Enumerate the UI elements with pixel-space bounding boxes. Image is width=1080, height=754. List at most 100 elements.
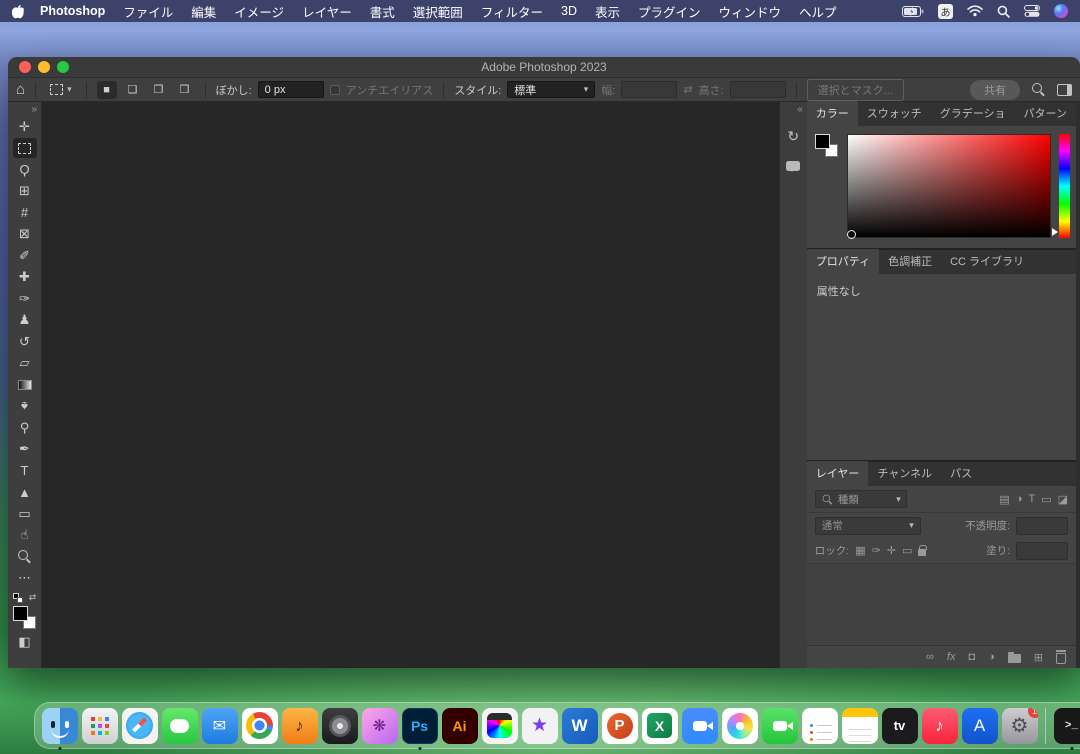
menu-item-3d[interactable]: 3D — [552, 4, 586, 18]
shape-tool[interactable]: ▭ — [13, 504, 37, 524]
antialias-checkbox[interactable] — [330, 85, 340, 95]
dock-item-zoom[interactable] — [681, 706, 718, 746]
dock-item-photos[interactable] — [721, 706, 758, 746]
siri-icon[interactable] — [1054, 4, 1068, 18]
menu-item-plugins[interactable]: プラグイン — [629, 2, 710, 21]
frame-tool[interactable]: ⊠ — [13, 224, 37, 244]
dock-item-garageband[interactable]: ♪ — [281, 706, 318, 746]
marquee-tool[interactable] — [13, 138, 37, 158]
menu-item-window[interactable]: ウィンドウ — [710, 2, 791, 21]
tab-patterns[interactable]: パターン — [1015, 101, 1076, 126]
pen-tool[interactable]: ✒ — [13, 439, 37, 459]
hue-slider[interactable] — [1059, 134, 1070, 238]
menu-item-edit[interactable]: 編集 — [182, 2, 225, 21]
brush-tool[interactable]: ✑ — [13, 289, 37, 309]
wifi-icon[interactable] — [967, 5, 983, 17]
tab-adjustments[interactable]: 色調補正 — [879, 249, 941, 274]
workspace-switcher-icon[interactable] — [1057, 84, 1072, 96]
dock-item-mail[interactable]: ✉ — [201, 706, 238, 746]
menu-item-view[interactable]: 表示 — [586, 2, 629, 21]
saturation-brightness-field[interactable] — [847, 134, 1051, 238]
zoom-tool[interactable] — [13, 547, 37, 567]
lock-transparency-icon[interactable]: ▦ — [855, 544, 865, 557]
menu-item-layer[interactable]: レイヤー — [293, 2, 361, 21]
delete-layer-icon[interactable] — [1056, 653, 1066, 664]
layer-filter-field[interactable]: 種類 ▾ — [815, 490, 907, 508]
filter-pixel-layers-icon[interactable]: ▤ — [999, 493, 1009, 506]
dock-item-reminders[interactable] — [801, 706, 838, 746]
path-selection-tool[interactable]: ▲ — [13, 482, 37, 502]
share-button[interactable]: 共有 — [970, 80, 1020, 100]
default-colors-icon[interactable] — [13, 593, 23, 603]
search-icon[interactable] — [1032, 83, 1045, 96]
dock-item-illustrator[interactable]: Ai — [441, 706, 478, 746]
hue-slider-marker[interactable] — [1052, 228, 1062, 236]
intersect-selection-button[interactable]: ❒ — [175, 81, 195, 99]
foreground-color-swatch[interactable] — [13, 606, 28, 621]
dock-item-app-store[interactable]: A — [961, 706, 998, 746]
dock-item-imovie[interactable]: ★ — [521, 706, 558, 746]
menu-item-file[interactable]: ファイル — [114, 2, 182, 21]
quick-mask-button[interactable]: ◧ — [13, 632, 37, 652]
tab-properties[interactable]: プロパティ — [807, 249, 879, 274]
menu-item-help[interactable]: ヘルプ — [790, 2, 846, 21]
battery-icon[interactable] — [902, 6, 924, 17]
lasso-tool[interactable]: Ϙ — [13, 160, 37, 180]
dock-item-disk-app[interactable] — [321, 706, 358, 746]
menu-item-photoshop[interactable]: Photoshop — [31, 4, 114, 18]
dock-item-powerpoint[interactable]: P — [601, 706, 638, 746]
dock-item-safari[interactable] — [121, 706, 158, 746]
style-dropdown[interactable]: 標準 ▾ — [507, 81, 595, 98]
dock-item-apple-tv[interactable]: tv — [881, 706, 918, 746]
close-window-button[interactable] — [19, 61, 31, 73]
dock-item-chrome[interactable] — [241, 706, 278, 746]
spotlight-search-icon[interactable] — [997, 5, 1010, 18]
dodge-tool[interactable]: ⚲ — [13, 418, 37, 438]
layer-style-icon[interactable]: fx — [947, 651, 956, 663]
menu-item-filter[interactable]: フィルター — [472, 2, 552, 21]
subtract-selection-button[interactable]: ❐ — [149, 81, 169, 99]
object-selection-tool[interactable]: ⊞ — [13, 181, 37, 201]
dock-item-music[interactable]: ♪ — [921, 706, 958, 746]
gradient-tool[interactable] — [13, 375, 37, 395]
menu-item-image[interactable]: イメージ — [225, 2, 293, 21]
swap-dimensions-icon[interactable]: ⇄ — [683, 83, 692, 96]
history-brush-tool[interactable]: ↺ — [13, 332, 37, 352]
foreground-color-swatch[interactable] — [815, 134, 830, 149]
eraser-tool[interactable]: ▱ — [13, 353, 37, 373]
tab-gradients[interactable]: グラデーショ — [931, 101, 1015, 126]
fill-input[interactable] — [1016, 542, 1068, 560]
clone-stamp-tool[interactable]: ♟ — [13, 310, 37, 330]
new-selection-button[interactable]: ■ — [97, 81, 117, 99]
filter-shape-layers-icon[interactable]: ▭ — [1041, 493, 1051, 506]
minimize-window-button[interactable] — [38, 61, 50, 73]
dock-item-terminal[interactable]: >_ — [1053, 706, 1080, 746]
layer-mask-icon[interactable]: ◘ — [968, 651, 975, 663]
dock-item-messages[interactable] — [161, 706, 198, 746]
layers-list[interactable] — [807, 563, 1076, 645]
healing-brush-tool[interactable]: ✚ — [13, 267, 37, 287]
tab-swatches[interactable]: スウォッチ — [858, 101, 931, 126]
move-tool[interactable]: ✛ — [13, 117, 37, 137]
window-title-bar[interactable]: Adobe Photoshop 2023 — [8, 57, 1080, 78]
comments-panel-icon[interactable] — [786, 161, 800, 171]
control-center-icon[interactable] — [1024, 5, 1040, 17]
panel-color-swatches[interactable] — [815, 134, 839, 158]
select-and-mask-button[interactable]: 選択とマスク... — [807, 79, 904, 101]
dock-item-settings[interactable]: ⚙1 — [1001, 706, 1038, 746]
dock-item-word[interactable]: W — [561, 706, 598, 746]
tab-color[interactable]: カラー — [807, 101, 858, 126]
foreground-background-swatches[interactable] — [13, 606, 37, 630]
blend-mode-dropdown[interactable]: 通常 ▾ — [815, 517, 921, 535]
lock-artboard-icon[interactable]: ▭ — [902, 544, 912, 557]
menu-item-type[interactable]: 書式 — [361, 2, 404, 21]
dock-item-excel[interactable]: X — [641, 706, 678, 746]
eyedropper-tool[interactable]: ✐ — [13, 246, 37, 266]
dock-item-finder[interactable] — [41, 706, 78, 746]
blur-tool[interactable]: ♠ — [13, 396, 37, 416]
swap-colors-icon[interactable]: ⇄ — [29, 592, 37, 603]
zoom-window-button[interactable] — [57, 61, 69, 73]
color-field-marker[interactable] — [847, 230, 856, 239]
dock-item-final-cut-pro[interactable] — [481, 706, 518, 746]
edit-toolbar-button[interactable]: ⋯ — [13, 568, 37, 588]
